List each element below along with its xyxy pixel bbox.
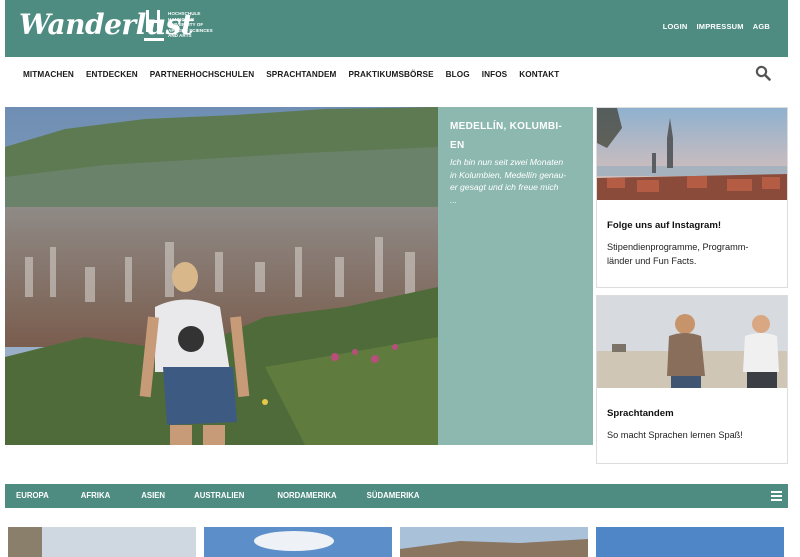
sprachtandem-card-text: So macht Sprachen lernen Spaß! bbox=[607, 430, 743, 440]
hero-title[interactable]: MEDELLÍN, KOLUMBI- EN bbox=[450, 117, 581, 155]
hero-excerpt: Ich bin nun seit zwei Monaten in Kolumbi… bbox=[450, 157, 567, 205]
impressum-link[interactable]: IMPRESSUM bbox=[696, 22, 743, 31]
hero-image[interactable] bbox=[5, 107, 438, 445]
hamburger-menu-icon[interactable] bbox=[771, 491, 782, 501]
nav-item-partnerhochschulen[interactable]: PARTNERHOCHSCHULEN bbox=[150, 70, 254, 79]
header-bar: Wanderlust Hochschule Hannover Universit… bbox=[5, 0, 788, 57]
instagram-card-image bbox=[597, 108, 787, 200]
instagram-card[interactable]: Folge uns auf Instagram! Stipendienprogr… bbox=[596, 107, 788, 288]
main-nav: MITMACHEN ENTDECKEN PARTNERHOCHSCHULEN S… bbox=[23, 70, 559, 79]
article-thumbnail[interactable] bbox=[400, 527, 588, 557]
hero-teaser[interactable]: MEDELLÍN, KOLUMBI- EN Ich bin nun seit z… bbox=[438, 107, 593, 445]
continent-australien[interactable]: AUSTRALIEN bbox=[194, 491, 244, 500]
nav-item-blog[interactable]: BLOG bbox=[446, 70, 470, 79]
continent-nordamerika[interactable]: NORDAMERIKA bbox=[277, 491, 336, 500]
continent-asien[interactable]: ASIEN bbox=[141, 491, 165, 500]
login-link[interactable]: LOGIN bbox=[663, 22, 688, 31]
article-thumbnail[interactable] bbox=[8, 527, 196, 557]
article-thumbnail[interactable] bbox=[204, 527, 392, 557]
agb-link[interactable]: AGB bbox=[753, 22, 770, 31]
sprachtandem-card[interactable]: Sprachtandem So macht Sprachen lernen Sp… bbox=[596, 295, 788, 464]
continent-afrika[interactable]: AFRIKA bbox=[81, 491, 110, 500]
search-icon[interactable] bbox=[755, 65, 771, 81]
instagram-card-title[interactable]: Folge uns auf Instagram! bbox=[607, 220, 787, 231]
continent-suedamerika[interactable]: SÜDAMERIKA bbox=[367, 491, 420, 500]
nav-item-entdecken[interactable]: ENTDECKEN bbox=[86, 70, 138, 79]
hero-photo-illustration bbox=[5, 107, 438, 445]
hochschule-logo-icon[interactable] bbox=[144, 10, 164, 44]
nav-item-praktikumsboerse[interactable]: PRAKTIKUMSBÖRSE bbox=[348, 70, 433, 79]
sprachtandem-card-image bbox=[597, 296, 787, 388]
continent-nav: EUROPA AFRIKA ASIEN AUSTRALIEN NORDAMERI… bbox=[5, 484, 788, 508]
top-links: LOGIN IMPRESSUM AGB bbox=[663, 22, 770, 31]
nav-item-infos[interactable]: INFOS bbox=[482, 70, 508, 79]
nav-item-sprachtandem[interactable]: SPRACHTANDEM bbox=[266, 70, 336, 79]
hochschule-logo-text: Hochschule Hannover University of Applie… bbox=[168, 11, 213, 39]
nav-item-mitmachen[interactable]: MITMACHEN bbox=[23, 70, 74, 79]
sprachtandem-card-title[interactable]: Sprachtandem bbox=[607, 408, 787, 419]
continent-europa[interactable]: EUROPA bbox=[16, 491, 49, 500]
article-thumbnail[interactable] bbox=[596, 527, 784, 557]
nav-item-kontakt[interactable]: KONTAKT bbox=[519, 70, 559, 79]
instagram-card-text: Stipendienprogramme, Programm- länder un… bbox=[607, 242, 749, 266]
